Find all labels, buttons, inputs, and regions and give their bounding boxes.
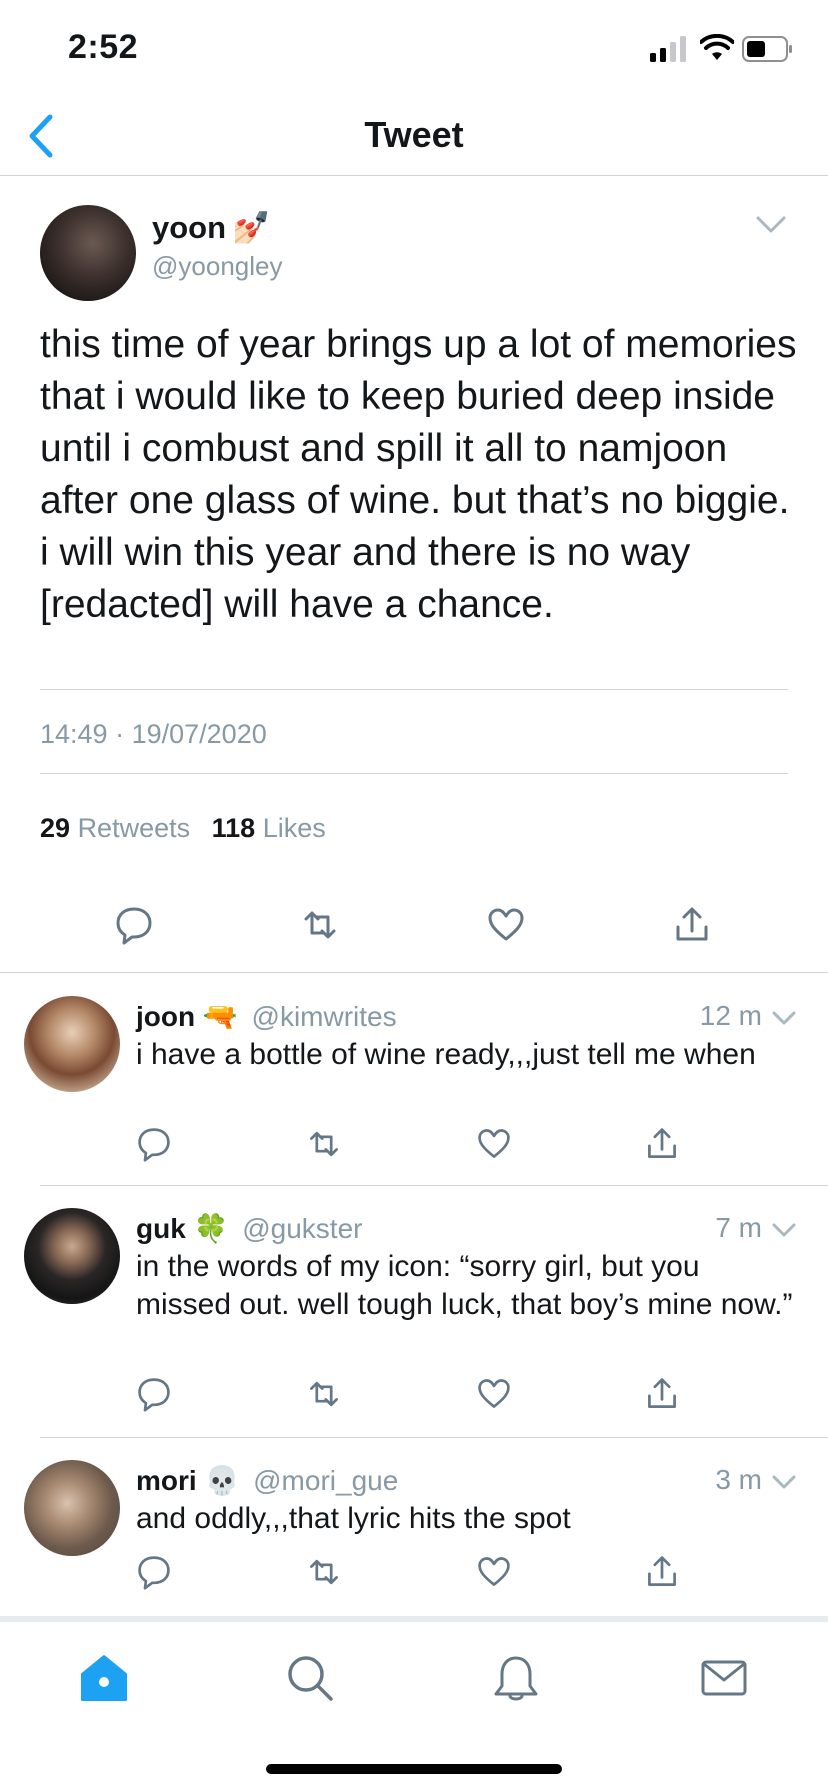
retweet-icon[interactable] xyxy=(306,1376,342,1412)
chevron-down-icon[interactable] xyxy=(770,1468,798,1496)
reply-tweet[interactable]: joon 🔫 @kimwrites 12 m i have a bottle o… xyxy=(0,974,828,1186)
share-icon[interactable] xyxy=(672,905,712,945)
retweet-icon[interactable] xyxy=(306,1554,342,1590)
retweets-count: 29 xyxy=(40,813,71,843)
author-emoji: 💅🏻 xyxy=(232,210,271,245)
reply-header: guk 🍀 @gukster xyxy=(136,1212,362,1245)
section-divider xyxy=(0,972,828,973)
comment-icon[interactable] xyxy=(136,1554,172,1590)
reply-author-name[interactable]: guk xyxy=(136,1213,186,1244)
heart-icon[interactable] xyxy=(476,1554,512,1590)
nav-bar: Tweet xyxy=(0,100,828,176)
divider xyxy=(40,773,788,774)
home-indicator[interactable] xyxy=(266,1764,562,1774)
tweet-text: this time of year brings up a lot of mem… xyxy=(40,323,797,626)
chevron-down-icon[interactable] xyxy=(770,1004,798,1032)
share-icon[interactable] xyxy=(644,1126,680,1162)
reply-text: in the words of my icon: “sorry girl, bu… xyxy=(136,1250,793,1321)
heart-icon[interactable] xyxy=(476,1376,512,1412)
avatar[interactable] xyxy=(24,1208,120,1304)
avatar[interactable] xyxy=(24,1460,120,1556)
divider xyxy=(40,689,788,690)
likes-label: Likes xyxy=(262,813,326,843)
reply-text: and oddly,,,that lyric hits the spot xyxy=(136,1502,571,1535)
share-icon[interactable] xyxy=(644,1554,680,1590)
retweet-icon[interactable] xyxy=(306,1126,342,1162)
tweet-actions xyxy=(0,905,828,967)
heart-icon[interactable] xyxy=(486,905,526,945)
avatar[interactable] xyxy=(24,996,120,1092)
reply-actions xyxy=(0,1554,828,1598)
tweet-time: 14:49 xyxy=(40,719,108,749)
reply-header: mori 💀 @mori_gue xyxy=(136,1464,398,1497)
author-name[interactable]: yoon 💅🏻 xyxy=(152,209,271,246)
reply-header: joon 🔫 @kimwrites xyxy=(136,1000,397,1033)
reply-author-handle[interactable]: @gukster xyxy=(242,1213,362,1244)
reply-author-emoji: 🔫 xyxy=(202,1001,238,1032)
reply-text: i have a bottle of wine ready,,,just tel… xyxy=(136,1038,756,1071)
status-time: 2:52 xyxy=(68,28,139,66)
reply-author-name[interactable]: mori xyxy=(136,1465,197,1496)
tweet-stats: 29 Retweets 118 Likes xyxy=(40,813,326,844)
reply-author-handle[interactable]: @mori_gue xyxy=(253,1465,398,1496)
reply-author-handle[interactable]: @kimwrites xyxy=(252,1001,397,1032)
bell-icon[interactable] xyxy=(490,1652,542,1704)
reply-author-emoji: 💀 xyxy=(204,1465,240,1496)
reply-author-name[interactable]: joon xyxy=(136,1001,195,1032)
heart-icon[interactable] xyxy=(476,1126,512,1162)
comment-icon[interactable] xyxy=(136,1376,172,1412)
share-icon[interactable] xyxy=(644,1376,680,1412)
reply-time: 7 m xyxy=(715,1212,762,1243)
tweet-timestamp: 14:49 · 19/07/2020 xyxy=(40,719,267,750)
wifi-icon xyxy=(700,34,734,60)
author-name-text: yoon xyxy=(152,210,227,245)
search-icon[interactable] xyxy=(284,1652,336,1704)
reply-actions xyxy=(0,1376,828,1420)
avatar[interactable] xyxy=(40,205,136,301)
chevron-down-icon[interactable] xyxy=(754,207,788,241)
status-bar: 2:52 xyxy=(0,0,828,100)
retweets-label: Retweets xyxy=(77,813,191,843)
reply-tweet[interactable]: guk 🍀 @gukster 7 m in the words of my ic… xyxy=(0,1186,828,1438)
tweet-date: 19/07/2020 xyxy=(131,719,267,749)
comment-icon[interactable] xyxy=(136,1126,172,1162)
likes-count: 118 xyxy=(211,813,256,843)
reply-time: 3 m xyxy=(715,1464,762,1495)
reply-actions xyxy=(0,1126,828,1170)
likes-stat[interactable]: 118 Likes xyxy=(212,813,326,843)
comment-icon[interactable] xyxy=(114,905,154,945)
author-handle[interactable]: @yoongley xyxy=(152,251,282,282)
cellular-signal-icon xyxy=(650,36,686,62)
meta-separator: · xyxy=(115,719,132,749)
retweet-icon[interactable] xyxy=(300,905,340,945)
page-title: Tweet xyxy=(364,114,464,155)
retweets-stat[interactable]: 29 Retweets xyxy=(40,813,190,843)
reply-author-emoji: 🍀 xyxy=(193,1213,229,1244)
reply-time: 12 m xyxy=(699,1000,762,1031)
chevron-down-icon[interactable] xyxy=(770,1216,798,1244)
battery-icon xyxy=(742,36,792,62)
mail-icon[interactable] xyxy=(698,1652,750,1704)
reply-tweet[interactable]: mori 💀 @mori_gue 3 m and oddly,,,that ly… xyxy=(0,1438,828,1610)
home-icon[interactable] xyxy=(78,1652,130,1704)
